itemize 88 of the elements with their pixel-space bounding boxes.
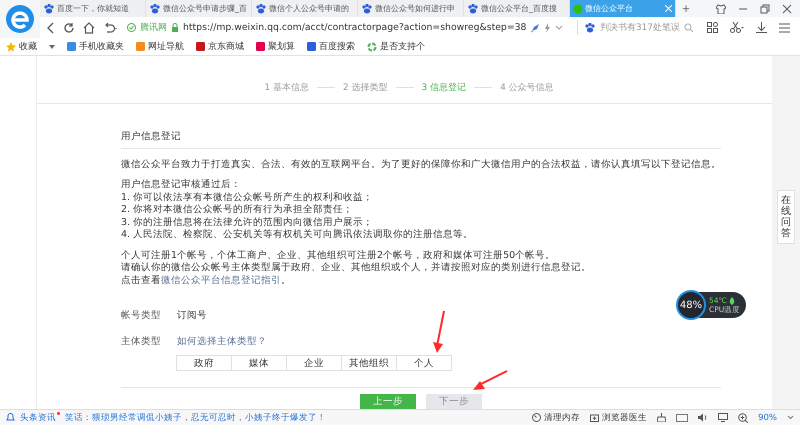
bookmark-link[interactable]: 手机收藏夹 [67,40,124,53]
close-icon[interactable] [782,4,792,14]
search-placeholder: 判决书有317处笔误 [600,22,680,34]
list-item: 3. 你的注册信息将在法律允许的范围内向微信用户展示； [121,216,374,229]
browser-doctor-button[interactable]: 浏览器医生 [602,412,648,424]
list-item: 4. 人民法院、检察院、公安机关等有权机关可向腾讯依法调取你的注册信息等。 [121,229,474,242]
download-icon[interactable] [756,22,767,33]
paw-icon [467,3,479,14]
shield-check-icon [127,23,136,32]
chevron-down-icon[interactable] [555,24,564,30]
refresh-icon[interactable] [63,22,75,34]
help-link[interactable]: 如何选择主体类型？ [177,335,267,348]
paw-icon [43,3,55,14]
undo-icon[interactable] [103,22,119,34]
guide-text: 点击查看微信公众平台信息登记指引。 [121,274,292,287]
option-button[interactable]: 个人 [396,355,452,371]
site-label: 腾讯网 [140,22,167,34]
intro-text: 微信公众平台致力于打造真实、合法、有效的互联网平台。为了更好的保障你和广大微信用户的合法权益，请你认真填写以下登记信息。 [121,158,721,171]
browser-tab[interactable]: 微信公众平台_百度搜 [464,0,570,17]
broom-icon[interactable] [657,413,666,422]
step-label: 3 信息登记 [422,82,466,94]
bookmark-link[interactable]: 聚划算 [256,40,295,53]
field-label: 帐号类型 [121,309,162,322]
speaker-icon[interactable] [698,413,708,422]
back-icon[interactable] [46,22,55,34]
step-label: 1 基本信息 [264,82,309,94]
annotation-arrow [432,310,446,354]
review-heading: 用户信息登记审核通过后： [121,179,242,192]
news-headline[interactable]: 笑话：猥琐男经常调侃小姨子，忍无可忍时，小姨子终于爆发了！ [65,412,326,424]
browser-tab[interactable]: 百度一下，你就知道 [40,0,146,17]
section-title: 用户信息登记 [121,104,721,148]
scissors-icon[interactable] [730,22,744,33]
bookmark-link[interactable]: 收藏 [6,40,37,53]
news-label[interactable]: 头条资讯 [20,412,60,424]
apps-icon[interactable] [707,22,718,33]
bookmark-link[interactable]: 百度搜索 [307,40,355,53]
rule-text: 个人可注册1个帐号，个体工商户、企业、其他组织可注册2个帐号，政府和媒体可注册50个帐号。 [121,250,556,262]
lock-icon [171,23,179,32]
star-icon [6,42,16,52]
guide-link[interactable]: 微信公众平台信息登记指引 [161,274,281,286]
browser-logo-icon [5,4,35,34]
notification-dot [57,412,60,414]
field-label: 主体类型 [121,335,162,348]
browser-tab[interactable]: 微信个人公众号申请的 [252,0,358,17]
option-button[interactable]: 媒体 [231,355,287,371]
url-text[interactable]: https://mp.weixin.qq.com/acct/contractorpage?action=showreg&step=38 [183,22,526,33]
zoom-in-icon[interactable] [738,412,748,422]
online-help-tab[interactable]: 在线问答 [777,190,795,244]
rule-text: 请确认你的微信公众帐号主体类型属于政府、企业、其他组织或个人，并请按照对应的类别进行信息登记。 [121,262,592,274]
caret-icon[interactable] [49,44,55,48]
square-logo-icon [196,42,205,51]
step-label: 2 选择类型 [342,82,388,94]
new-tab-button[interactable]: + [676,0,696,17]
square-logo-icon [256,42,265,51]
paw-icon [255,3,267,14]
square-logo-icon [136,42,145,51]
shirt-icon[interactable] [716,4,726,14]
ring-icon [367,42,377,52]
zoom-level[interactable]: 90% [758,412,777,422]
option-button[interactable]: 政府 [176,355,232,371]
paw-icon [584,22,596,33]
bell-icon [6,413,15,422]
option-button[interactable]: 其他组织 [341,355,397,371]
medkit-icon [590,413,600,422]
annotation-arrow [472,370,508,392]
paw-icon [361,3,373,14]
leaf-icon [728,296,735,304]
list-item: 1. 你可以依法享有本微信公众帐号所产生的权利和收益； [121,192,374,204]
field-value: 订阅号 [177,309,207,322]
paw-icon [149,3,161,14]
option-button[interactable]: 企业 [286,355,342,371]
clean-memory-button[interactable]: 清理内存 [544,412,580,424]
menu-icon[interactable] [779,22,790,32]
chevron-down-icon[interactable] [787,415,794,420]
gauge-icon [532,413,542,422]
browser-tab[interactable]: 微信公众号申请步骤_百 [146,0,252,17]
lightning-icon[interactable] [544,22,552,32]
screen-icon[interactable] [718,413,728,422]
bookmark-link[interactable]: 是否支持个 [367,40,425,53]
restore-icon[interactable] [760,4,770,14]
list-item: 2. 你将对本微信公众帐号的所有行为承担全部责任； [121,204,354,216]
step-label: 4 公众号信息 [500,82,554,94]
browser-tab[interactable]: 微信公众号如何进行申 [358,0,464,17]
bookmark-link[interactable]: 京东商城 [196,40,244,53]
square-logo-icon [67,42,76,51]
home-icon[interactable] [83,22,95,34]
bookmark-link[interactable]: 网址导航 [136,40,184,53]
square-logo-icon [307,42,316,51]
